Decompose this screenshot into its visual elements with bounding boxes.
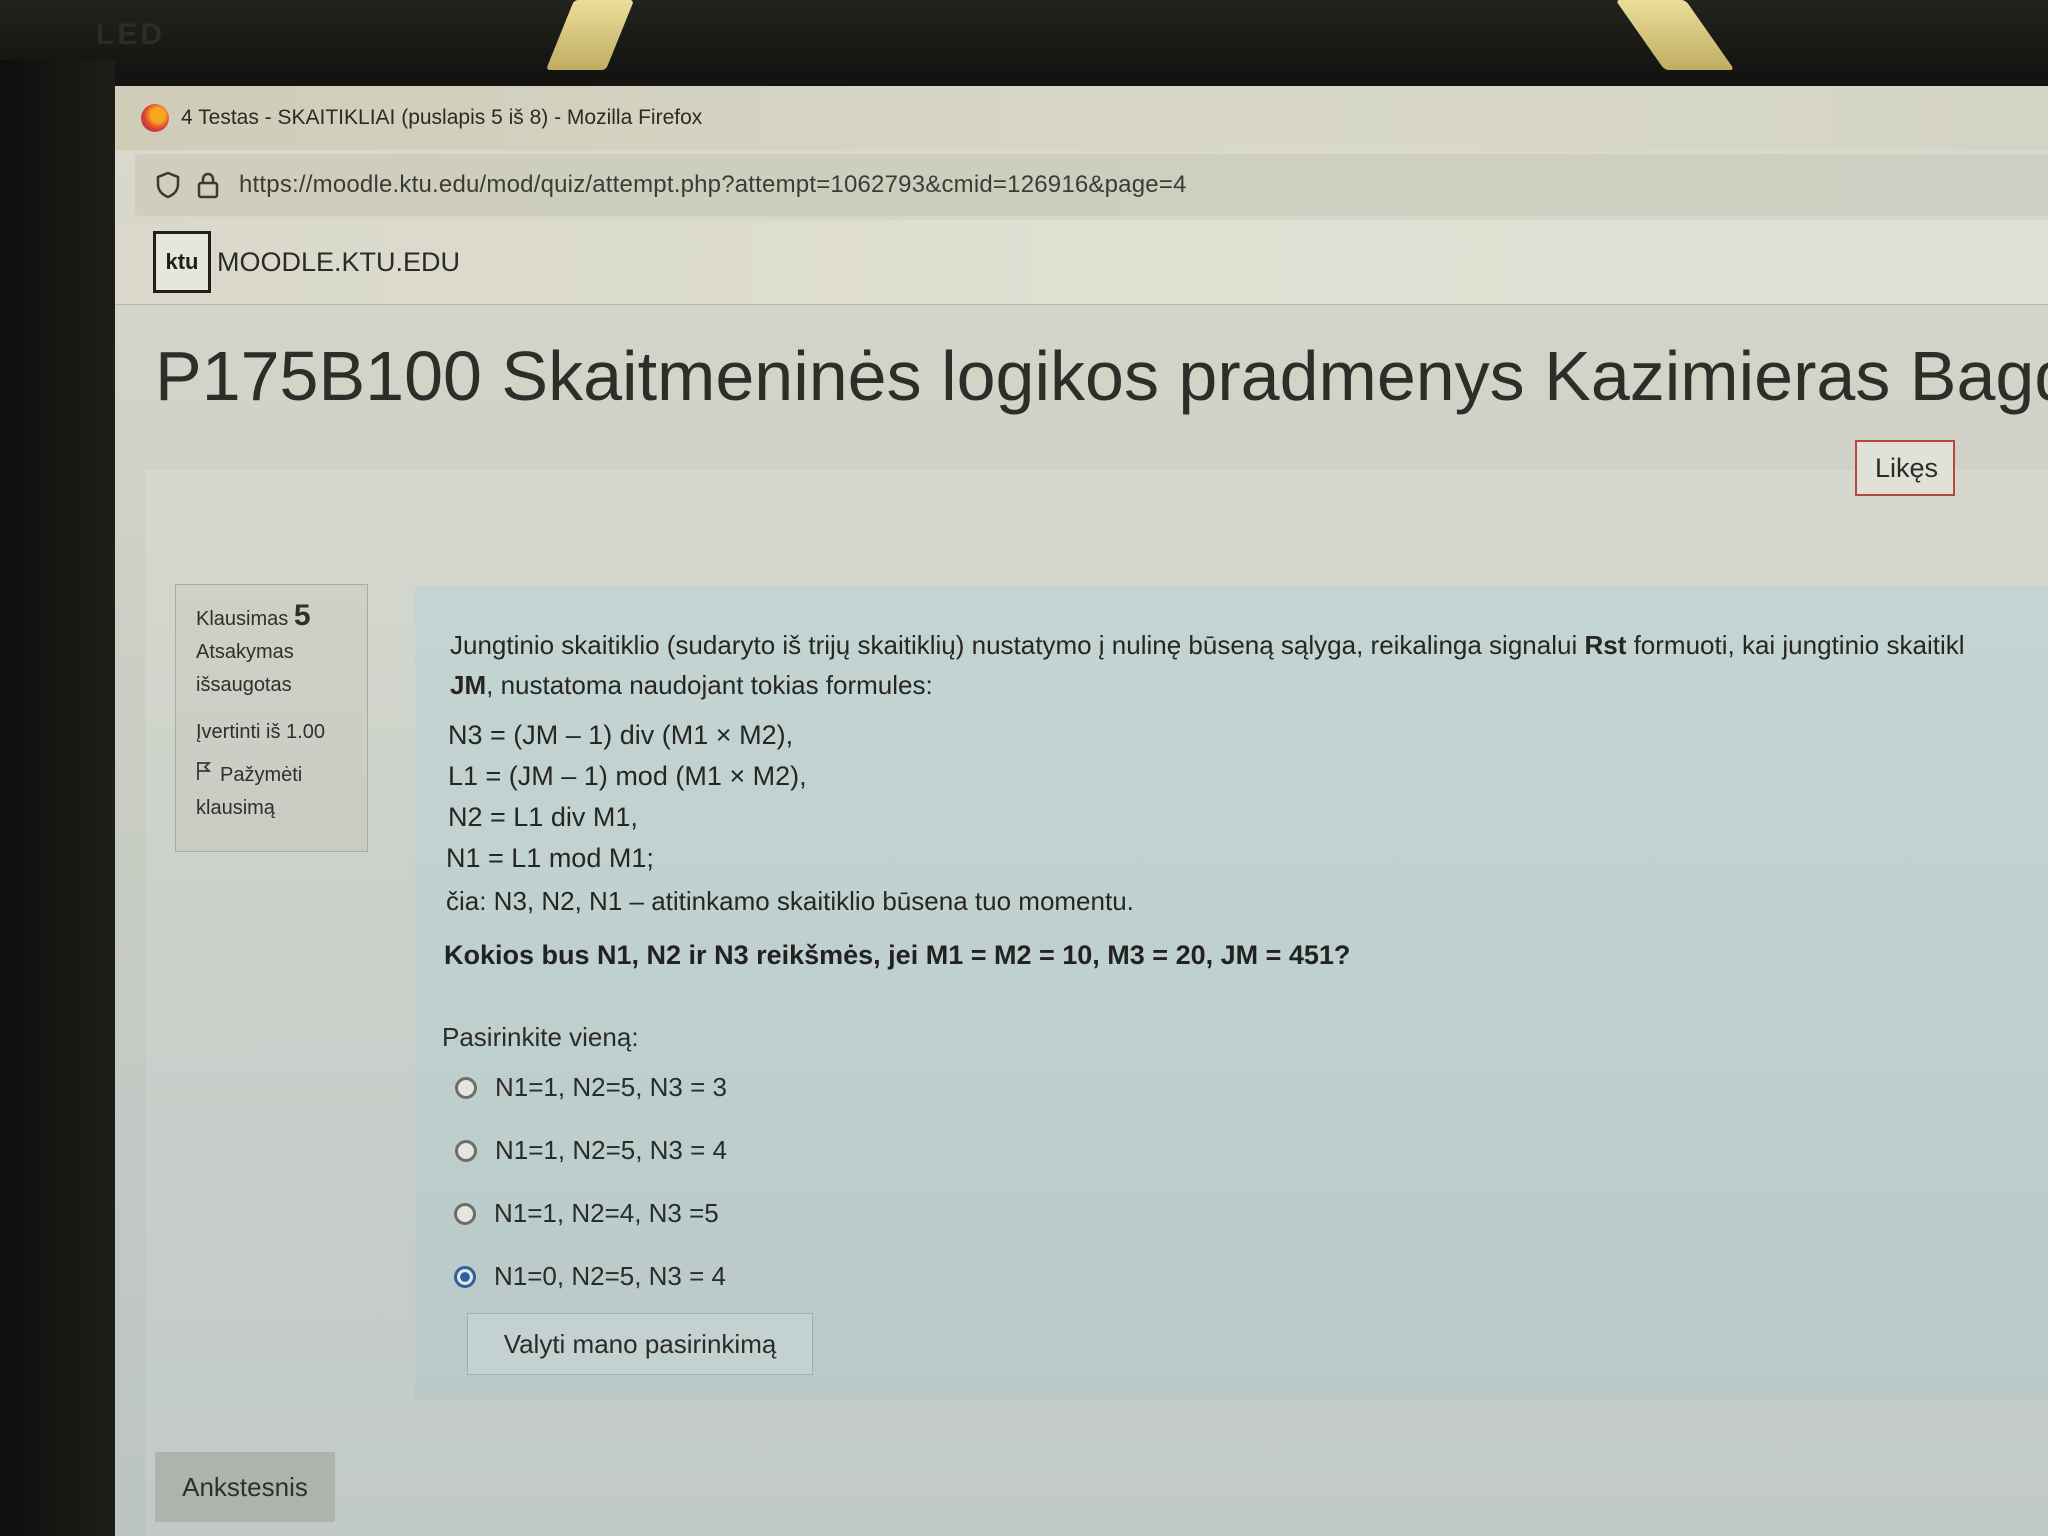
formula-n2: N2 = L1 div M1,	[448, 802, 638, 832]
site-header: ktu MOODLE.KTU.EDU	[115, 220, 2048, 305]
shield-icon[interactable]	[151, 168, 185, 202]
option-label[interactable]: N1=1, N2=4, N3 =5	[494, 1198, 719, 1229]
timer-label: Likęs	[1875, 452, 1939, 483]
formula-l1: L1 = (JM – 1) mod (M1 × M2),	[448, 761, 807, 791]
intro-text-b: formuoti, kai jungtinio skaitikl	[1626, 630, 1965, 660]
question-intro: Jungtinio skaitiklio (sudaryto iš trijų …	[450, 625, 2048, 705]
question-ask: Kokios bus N1, N2 ir N3 reikšmės, jei M1…	[444, 940, 1351, 970]
radio-button[interactable]	[454, 1202, 476, 1225]
clear-choice-button[interactable]: Valyti mano pasirinkimą	[467, 1313, 813, 1375]
question-label: Klausimas	[196, 608, 289, 630]
previous-page-button[interactable]: Ankstesnis	[155, 1452, 335, 1522]
answer-status: Atsakymas išsaugotas	[196, 636, 367, 702]
url-text[interactable]: https://moodle.ktu.edu/mod/quiz/attempt.…	[239, 171, 1187, 199]
answer-option[interactable]: N1=1, N2=5, N3 = 4	[455, 1135, 727, 1166]
flag-icon[interactable]	[196, 759, 212, 792]
flag-question-link[interactable]: Pažymėti klausimą	[196, 759, 367, 825]
radio-button-checked[interactable]	[454, 1265, 476, 1288]
radio-button[interactable]	[455, 1076, 477, 1099]
clear-choice-label: Valyti mano pasirinkimą	[503, 1328, 777, 1359]
intro-rst: Rst	[1584, 630, 1627, 660]
window-title: 4 Testas - SKAITIKLIAI (puslapis 5 iš 8)…	[181, 106, 703, 129]
question-number-value: 5	[293, 599, 311, 632]
answer-status-line1: Atsakymas	[196, 641, 294, 663]
firefox-icon	[141, 104, 169, 132]
monitor-brand: LED	[96, 18, 165, 51]
monitor-bezel-top	[0, 0, 2048, 80]
question-info-box: Klausimas 5 Atsakymas išsaugotas Įvertint…	[175, 584, 368, 852]
intro-text-c: , nustatoma naudojant tokias formules:	[486, 670, 933, 700]
option-label[interactable]: N1=1, N2=5, N3 = 3	[495, 1072, 727, 1103]
answer-option[interactable]: N1=1, N2=5, N3 = 3	[455, 1072, 727, 1103]
site-name[interactable]: MOODLE.KTU.EDU	[217, 247, 460, 278]
option-label[interactable]: N1=1, N2=5, N3 = 4	[495, 1135, 727, 1166]
formula-n1: N1 = L1 mod M1;	[446, 843, 654, 873]
address-bar[interactable]: https://moodle.ktu.edu/mod/quiz/attempt.…	[135, 154, 2048, 216]
option-label[interactable]: N1=0, N2=5, N3 = 4	[494, 1261, 726, 1292]
page-title: P175B100 Skaitmeninės logikos pradmenys …	[155, 337, 2048, 415]
intro-jm: JM	[450, 670, 487, 700]
question-number: Klausimas 5	[196, 599, 367, 636]
lock-icon[interactable]	[191, 168, 225, 202]
flag-label-line1[interactable]: Pažymėti	[220, 759, 302, 792]
choice-prompt: Pasirinkite vieną:	[442, 1022, 639, 1052]
window-titlebar: 4 Testas - SKAITIKLIAI (puslapis 5 iš 8)…	[115, 86, 2048, 150]
previous-page-label: Ankstesnis	[182, 1471, 308, 1502]
answer-option[interactable]: N1=1, N2=4, N3 =5	[454, 1198, 719, 1229]
formula-note: čia: N3, N2, N1 – atitinkamo skaitiklio …	[446, 886, 1134, 916]
grade-info: Įvertinti iš 1.00	[196, 721, 325, 743]
timer-button[interactable]: Likęs	[1855, 440, 1955, 496]
ktu-logo[interactable]: ktu	[153, 231, 211, 293]
answer-status-line2: išsaugotas	[196, 674, 292, 696]
answer-option-selected[interactable]: N1=0, N2=5, N3 = 4	[454, 1261, 726, 1292]
formula-n3: N3 = (JM – 1) div (M1 × M2),	[448, 720, 794, 750]
flag-label-line2[interactable]: klausimą	[196, 797, 275, 819]
logo-text: ktu	[165, 249, 199, 274]
intro-text-a: Jungtinio skaitiklio (sudaryto iš trijų …	[450, 630, 1585, 660]
monitor-bezel-left	[0, 60, 115, 1536]
radio-button[interactable]	[455, 1139, 477, 1162]
